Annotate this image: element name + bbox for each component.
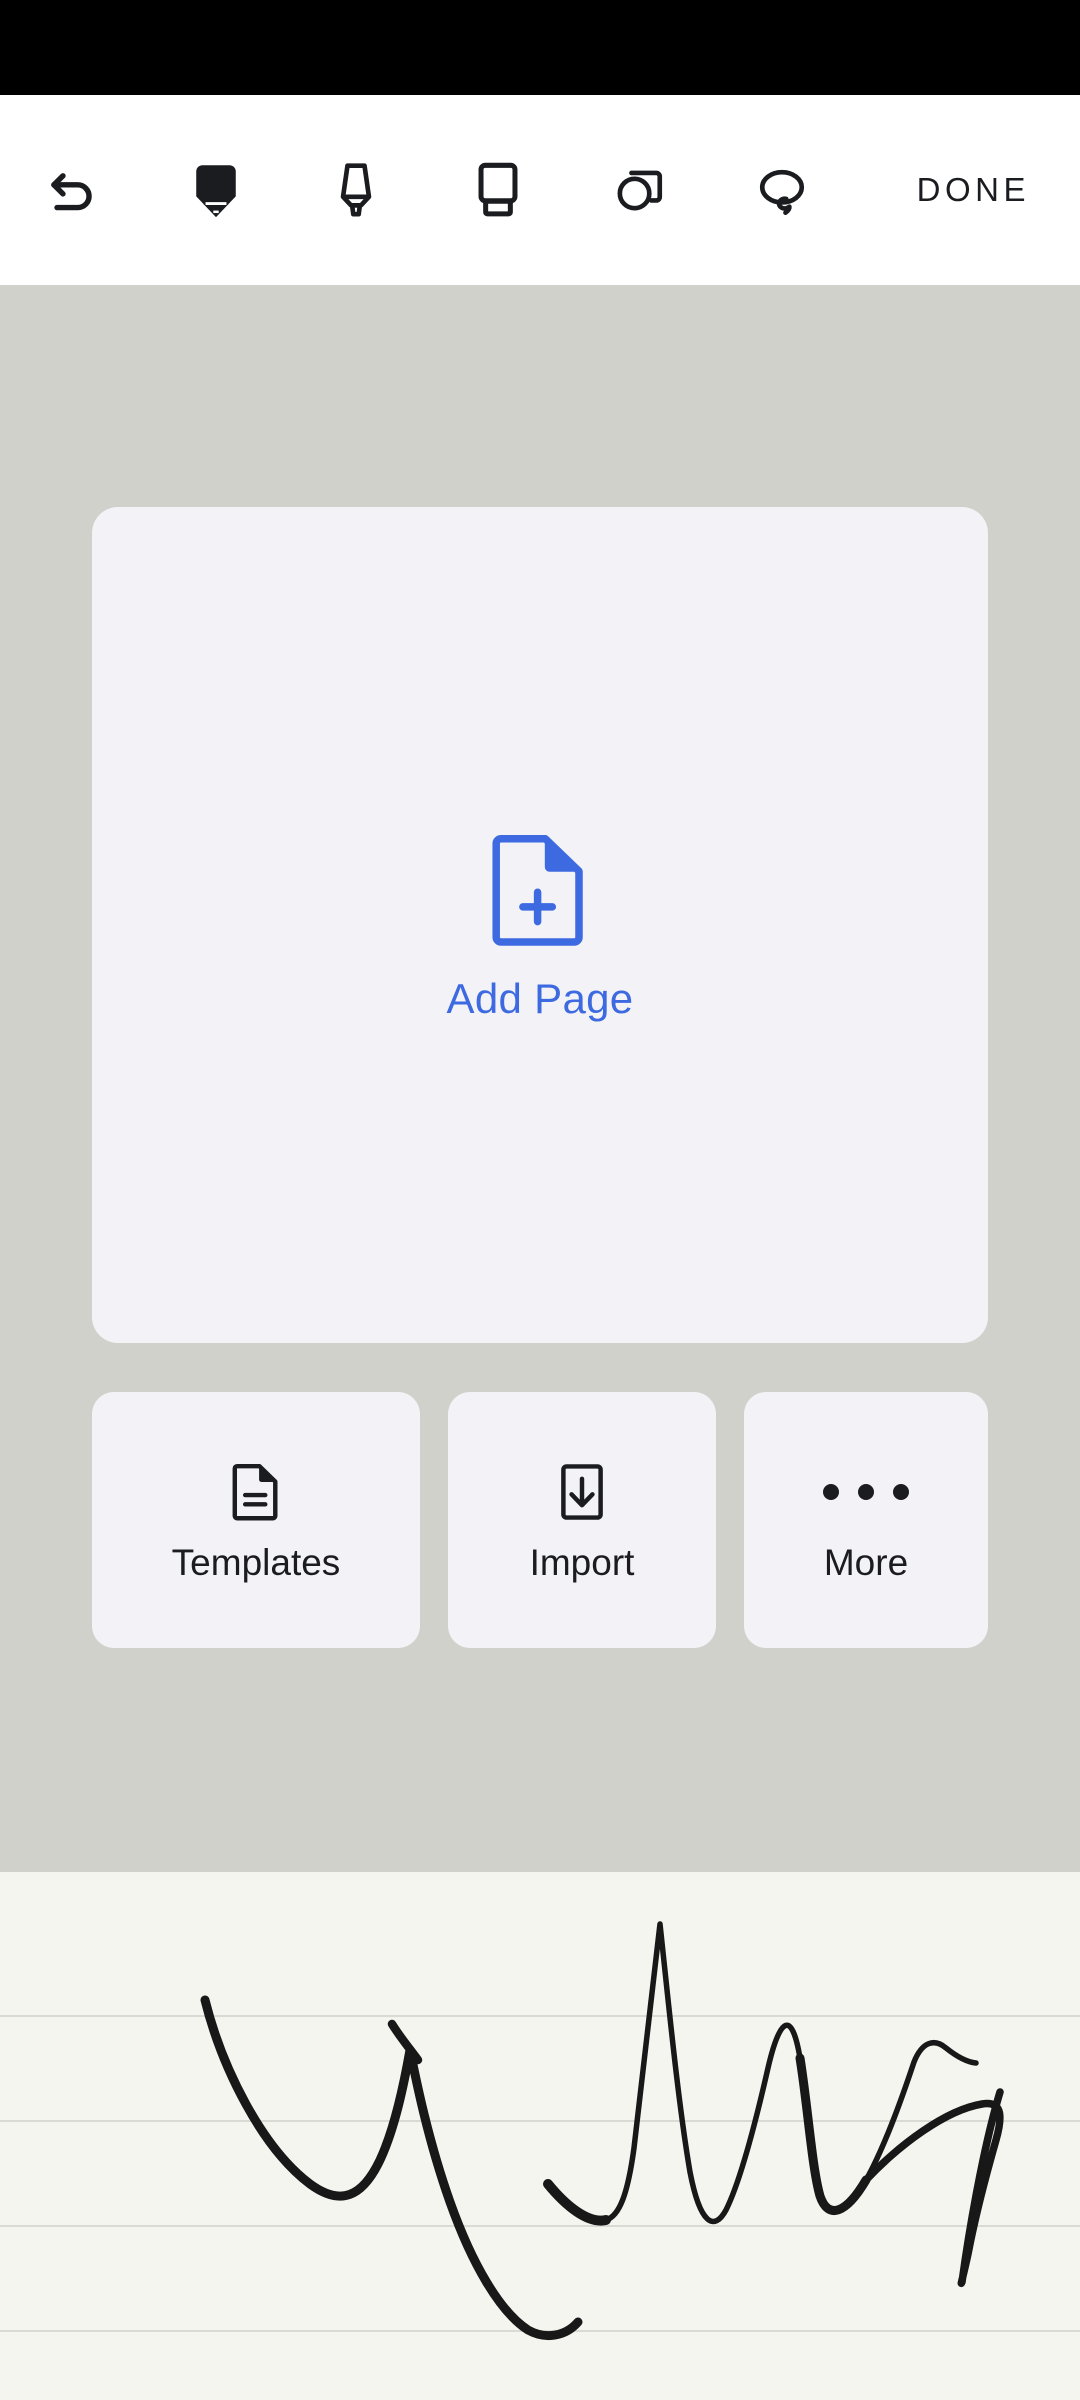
templates-label: Templates (171, 1542, 341, 1583)
highlighter-tool-button[interactable] (298, 132, 414, 248)
add-page-label: Add Page (446, 974, 634, 1022)
notebook-page[interactable] (0, 1872, 1080, 2400)
status-bar (0, 0, 1080, 95)
document-plus-icon (488, 828, 592, 953)
import-label: Import (529, 1542, 635, 1583)
eraser-icon (471, 159, 525, 221)
import-button[interactable]: Import (448, 1392, 716, 1648)
undo-button[interactable] (14, 132, 130, 248)
page-action-buttons: Templates Import More (92, 1392, 988, 1648)
lasso-icon (751, 159, 813, 221)
lasso-tool-button[interactable] (724, 132, 840, 248)
download-into-page-icon (556, 1456, 608, 1528)
shapes-icon (609, 159, 671, 221)
shapes-tool-button[interactable] (582, 132, 698, 248)
templates-button[interactable]: Templates (92, 1392, 420, 1648)
highlighter-icon (327, 159, 385, 221)
page-manager-screen: DONE Add Page Templates Import More (0, 0, 1080, 2400)
handwriting-ink (200, 1921, 1004, 2341)
pen-tool-button[interactable] (158, 132, 274, 248)
eraser-tool-button[interactable] (440, 132, 556, 248)
add-page-card[interactable]: Add Page (92, 507, 988, 1343)
ellipsis-icon (823, 1456, 909, 1528)
done-button[interactable]: DONE (903, 161, 1044, 219)
more-button[interactable]: More (744, 1392, 988, 1648)
pen-icon (186, 159, 246, 221)
document-lines-icon (229, 1456, 283, 1528)
undo-arrow-icon (41, 159, 103, 221)
more-label: More (823, 1542, 909, 1583)
drawing-toolbar: DONE (0, 95, 1080, 285)
